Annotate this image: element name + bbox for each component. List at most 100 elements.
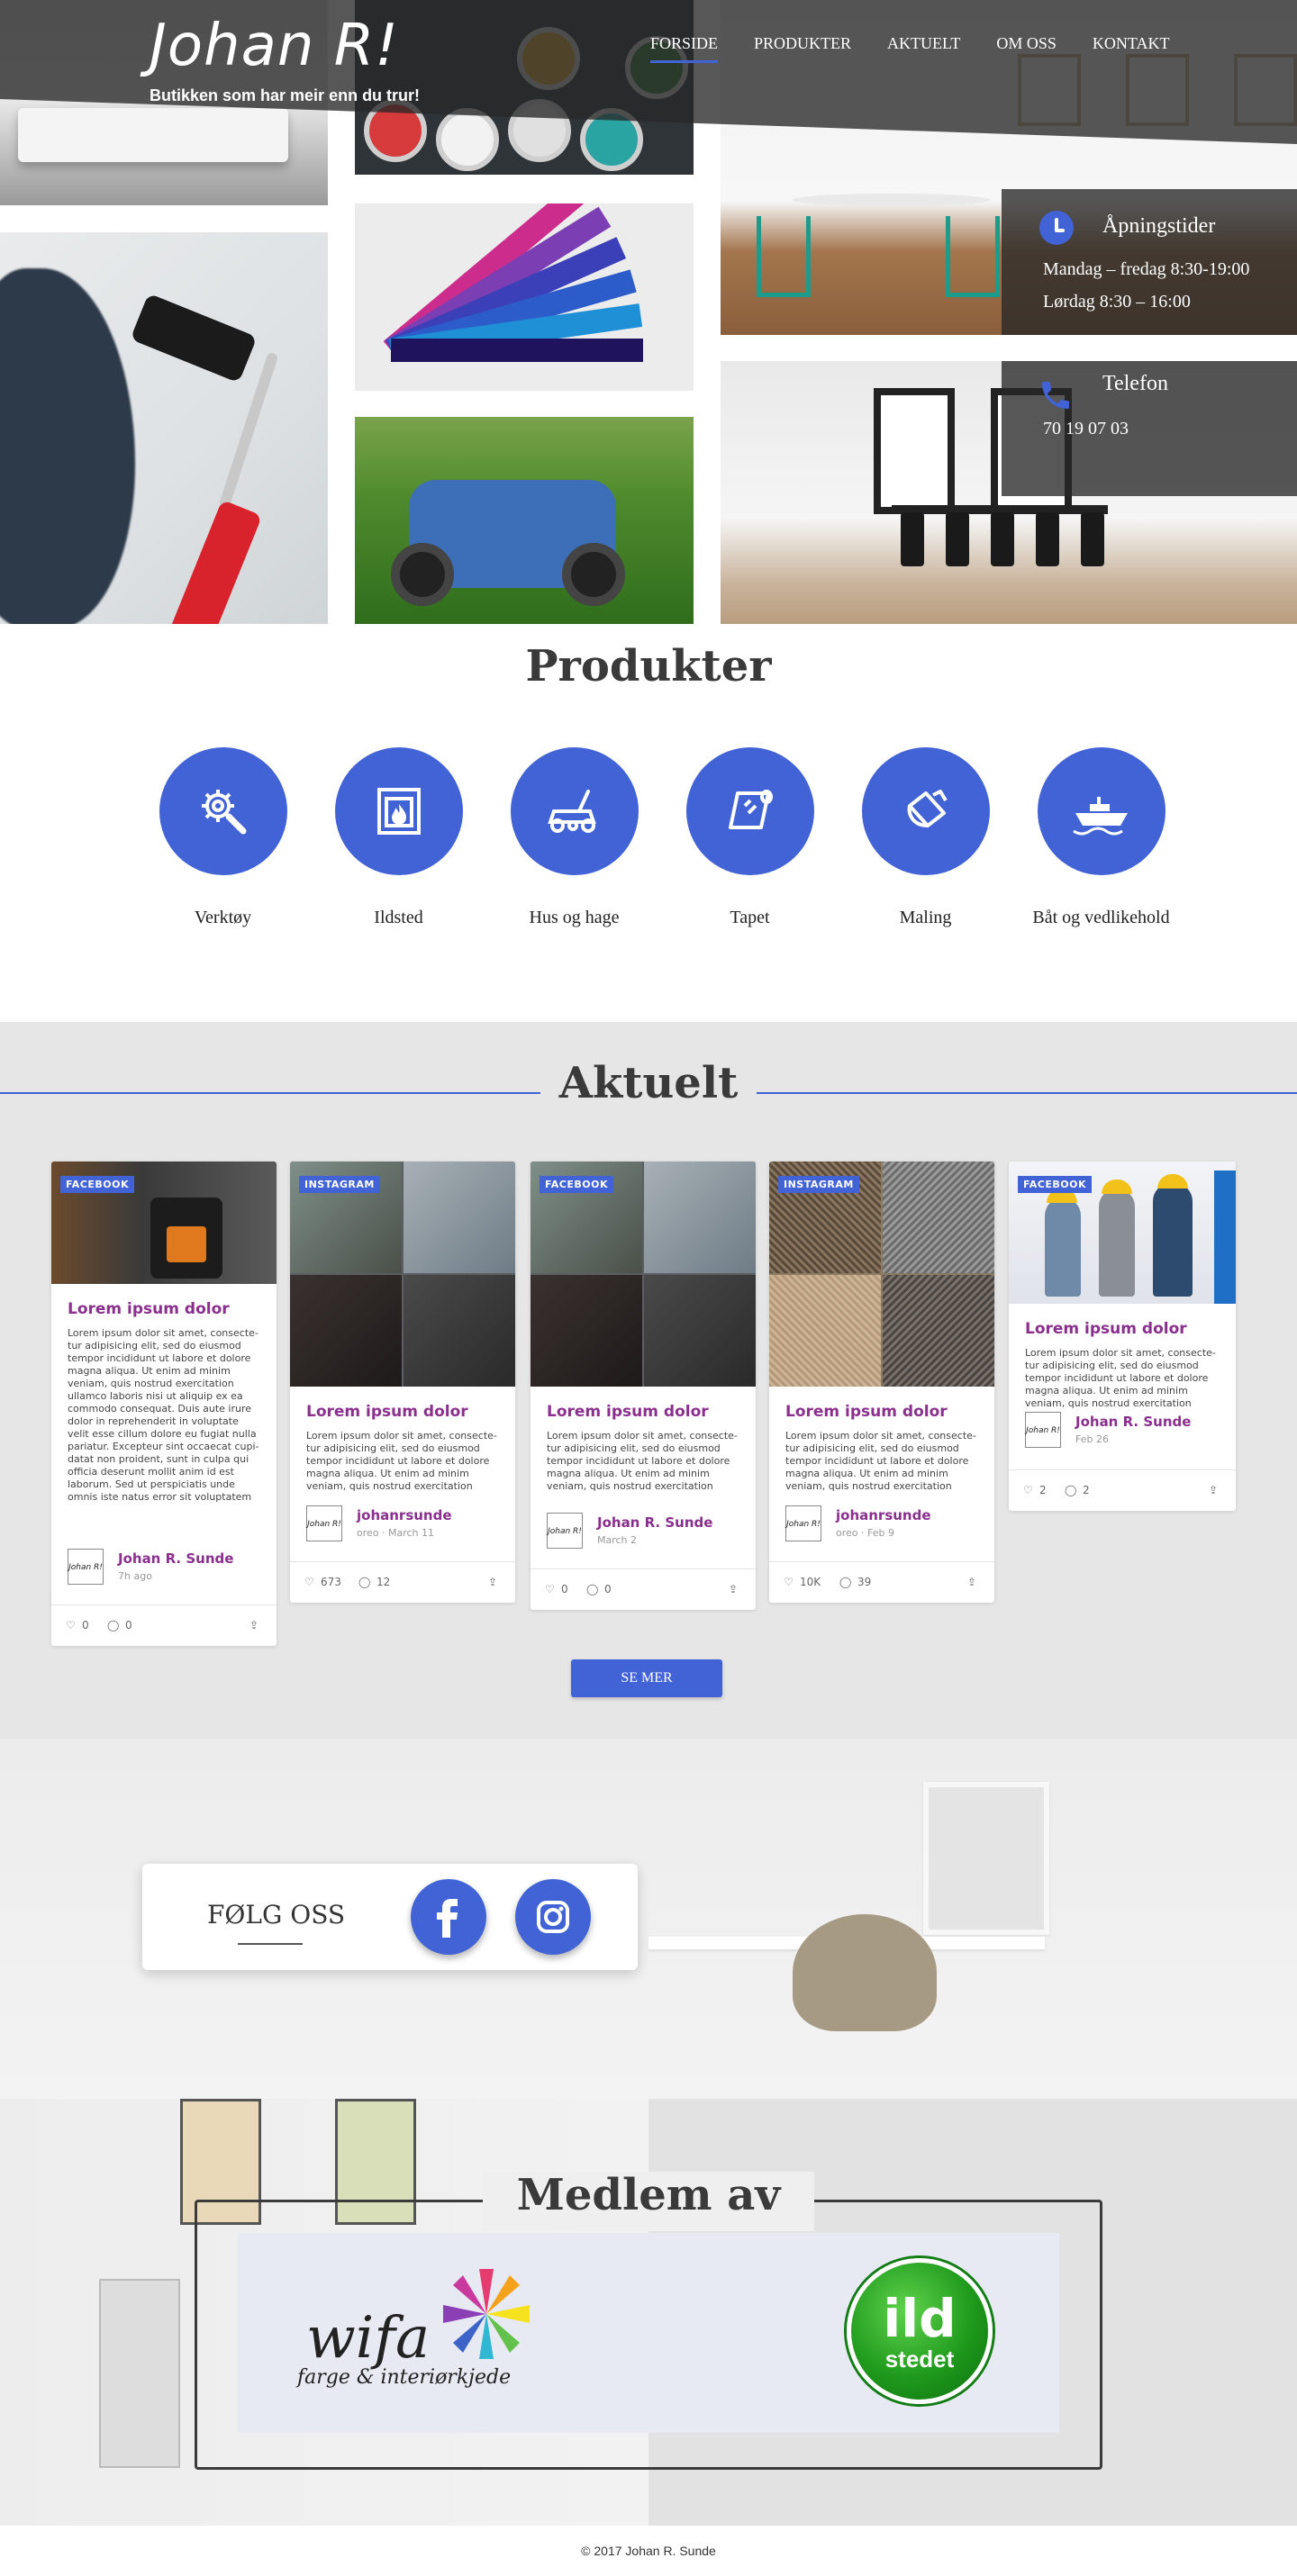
post-text: Lorem ipsum dolor sit amet, consecte-tur… [1025,1347,1216,1409]
se-mer-button[interactable]: SE MER [571,1659,722,1697]
post-date: oreo · Feb 9 [836,1527,894,1539]
post-author: Johan R! Johan R. Sunde 7h ago [68,1549,248,1588]
phone-title: Telefon [1102,372,1168,395]
site-logo[interactable]: Johan R! [150,14,399,77]
news-card[interactable]: FACEBOOK Lorem ipsum dolor Lorem ipsum d… [51,1161,277,1646]
post-date: Feb 26 [1075,1433,1109,1445]
share-icon[interactable]: ⇪ [1209,1484,1218,1496]
facebook-button[interactable] [411,1879,486,1955]
post-footer: ♡ 0 ◯ 0 ⇪ [531,1568,756,1610]
author-name[interactable]: Johan R. Sunde [118,1550,233,1567]
post-date: March 2 [597,1534,638,1546]
news-card[interactable]: FACEBOOK Lorem ipsum dolor Lorem ipsum d… [1009,1161,1236,1511]
follow-title: FØLG OSS [207,1900,346,1930]
nav-om-oss[interactable]: OM OSS [996,34,1057,63]
post-title[interactable]: Lorem ipsum dolor [785,1403,978,1421]
hero-collage: Johan R! Butikken som har meir enn du tr… [0,0,1297,624]
source-badge: FACEBOOK [1018,1176,1092,1193]
like-icon[interactable]: ♡ [304,1576,314,1588]
wifa-subtitle: farge & interiørkjede [297,2366,512,2389]
phone-number[interactable]: 70 19 07 03 [1043,419,1129,439]
like-icon[interactable]: ♡ [66,1619,76,1631]
comment-count: 39 [857,1576,872,1588]
author-logo: Johan R! [547,1513,583,1549]
like-count: 0 [82,1619,89,1631]
site-tagline: Butikken som har meir enn du trur! [150,86,421,104]
color-swatches-photo [355,203,694,391]
post-date: 7h ago [118,1570,152,1582]
like-icon[interactable]: ♡ [545,1583,555,1595]
product-bat-og-vedlikehold[interactable]: Båt og vedlikehold [1013,747,1189,928]
ildstedet-logo[interactable]: ild stedet [847,2258,993,2404]
wall-frame-photo [923,1782,1049,1935]
nav-kontakt[interactable]: KONTAKT [1093,34,1170,63]
post-title[interactable]: Lorem ipsum dolor [306,1403,499,1421]
fireplace-icon [376,788,421,835]
share-icon[interactable]: ⇪ [729,1583,738,1595]
chair-photo [793,1914,937,2031]
paint-bucket-icon [907,790,948,827]
lawnmower-icon [547,790,596,833]
membership-heading: Medlem av [516,2170,781,2220]
workers-photo: FACEBOOK [1009,1161,1236,1304]
post-text: Lorem ipsum dolor sit amet, consecte-tur… [306,1430,497,1492]
product-verktoy[interactable]: Verktøy [135,747,311,928]
author-name[interactable]: johanrsunde [836,1507,931,1523]
interior-collage-photo: INSTAGRAM [290,1161,515,1387]
post-title[interactable]: Lorem ipsum dolor [68,1300,260,1318]
share-icon[interactable]: ⇪ [488,1576,497,1588]
nav-produkter[interactable]: PRODUKTER [754,34,851,63]
post-text: Lorem ipsum dolor sit amet, consecte-tur… [68,1327,259,1503]
post-author: Johan R! Johan R. Sunde Feb 26 [1025,1412,1205,1451]
source-badge: INSTAGRAM [299,1176,380,1193]
product-maling[interactable]: Maling [838,747,1013,928]
news-card[interactable]: INSTAGRAM Lorem ipsum dolor Lorem ipsum … [290,1161,515,1603]
main-nav: FORSIDE PRODUKTER AKTUELT OM OSS KONTAKT [650,34,1205,63]
copyright-text: © 2017 Johan R. Sunde [581,2544,716,2558]
ild-bottom-text: stedet [884,2346,955,2373]
wifa-star-icon [443,2269,530,2359]
opening-hours-weekdays: Mandag – fredag 8:30-19:00 [1043,259,1250,279]
comment-icon[interactable]: ◯ [1065,1484,1076,1496]
share-icon[interactable]: ⇪ [967,1576,976,1588]
like-icon[interactable]: ♡ [784,1576,794,1588]
author-name[interactable]: Johan R. Sunde [597,1514,712,1531]
comment-icon[interactable]: ◯ [839,1576,851,1588]
news-card[interactable]: FACEBOOK Lorem ipsum dolor Lorem ipsum d… [531,1161,756,1610]
wallpaper-icon [728,790,773,829]
instagram-button[interactable] [515,1879,591,1955]
nav-forside[interactable]: FORSIDE [650,34,719,63]
site-footer: © 2017 Johan R. Sunde [0,2526,1297,2576]
comment-icon[interactable]: ◯ [586,1583,598,1595]
comment-icon[interactable]: ◯ [107,1619,119,1631]
comment-count: 0 [125,1619,132,1631]
nav-aktuelt[interactable]: AKTUELT [887,34,960,63]
like-icon[interactable]: ♡ [1023,1484,1033,1496]
post-date: oreo · March 11 [357,1527,435,1539]
comment-icon[interactable]: ◯ [358,1576,370,1588]
post-author: Johan R! Johan R. Sunde March 2 [547,1513,727,1552]
product-hus-og-hage[interactable]: Hus og hage [486,747,662,928]
ild-top-text: ild [883,2288,957,2349]
post-footer: ♡ 10K ◯ 39 ⇪ [769,1561,994,1603]
author-name[interactable]: Johan R. Sunde [1075,1414,1191,1430]
post-title[interactable]: Lorem ipsum dolor [1025,1320,1220,1338]
product-tapet[interactable]: Tapet [662,747,838,928]
share-icon[interactable]: ⇪ [249,1619,258,1631]
product-ildsted[interactable]: Ildsted [311,747,486,928]
comment-count: 12 [376,1576,391,1588]
phone-icon [1042,382,1069,409]
author-name[interactable]: johanrsunde [357,1507,452,1523]
phone-box: Telefon 70 19 07 03 [1002,361,1297,496]
wifa-logo[interactable]: wifa farge & interiørkjede [297,2260,567,2395]
shelf-photo [99,2279,180,2468]
author-logo: Johan R! [785,1505,821,1541]
wifa-name: wifa [306,2305,431,2372]
comment-count: 0 [604,1583,612,1595]
news-card[interactable]: INSTAGRAM Lorem ipsum dolor Lorem ipsum … [769,1161,994,1603]
post-title[interactable]: Lorem ipsum dolor [547,1403,739,1421]
source-badge: INSTAGRAM [778,1176,859,1193]
post-text: Lorem ipsum dolor sit amet, consecte-tur… [785,1430,976,1492]
boat-icon [1072,797,1128,836]
lawnmower-photo [355,417,694,624]
